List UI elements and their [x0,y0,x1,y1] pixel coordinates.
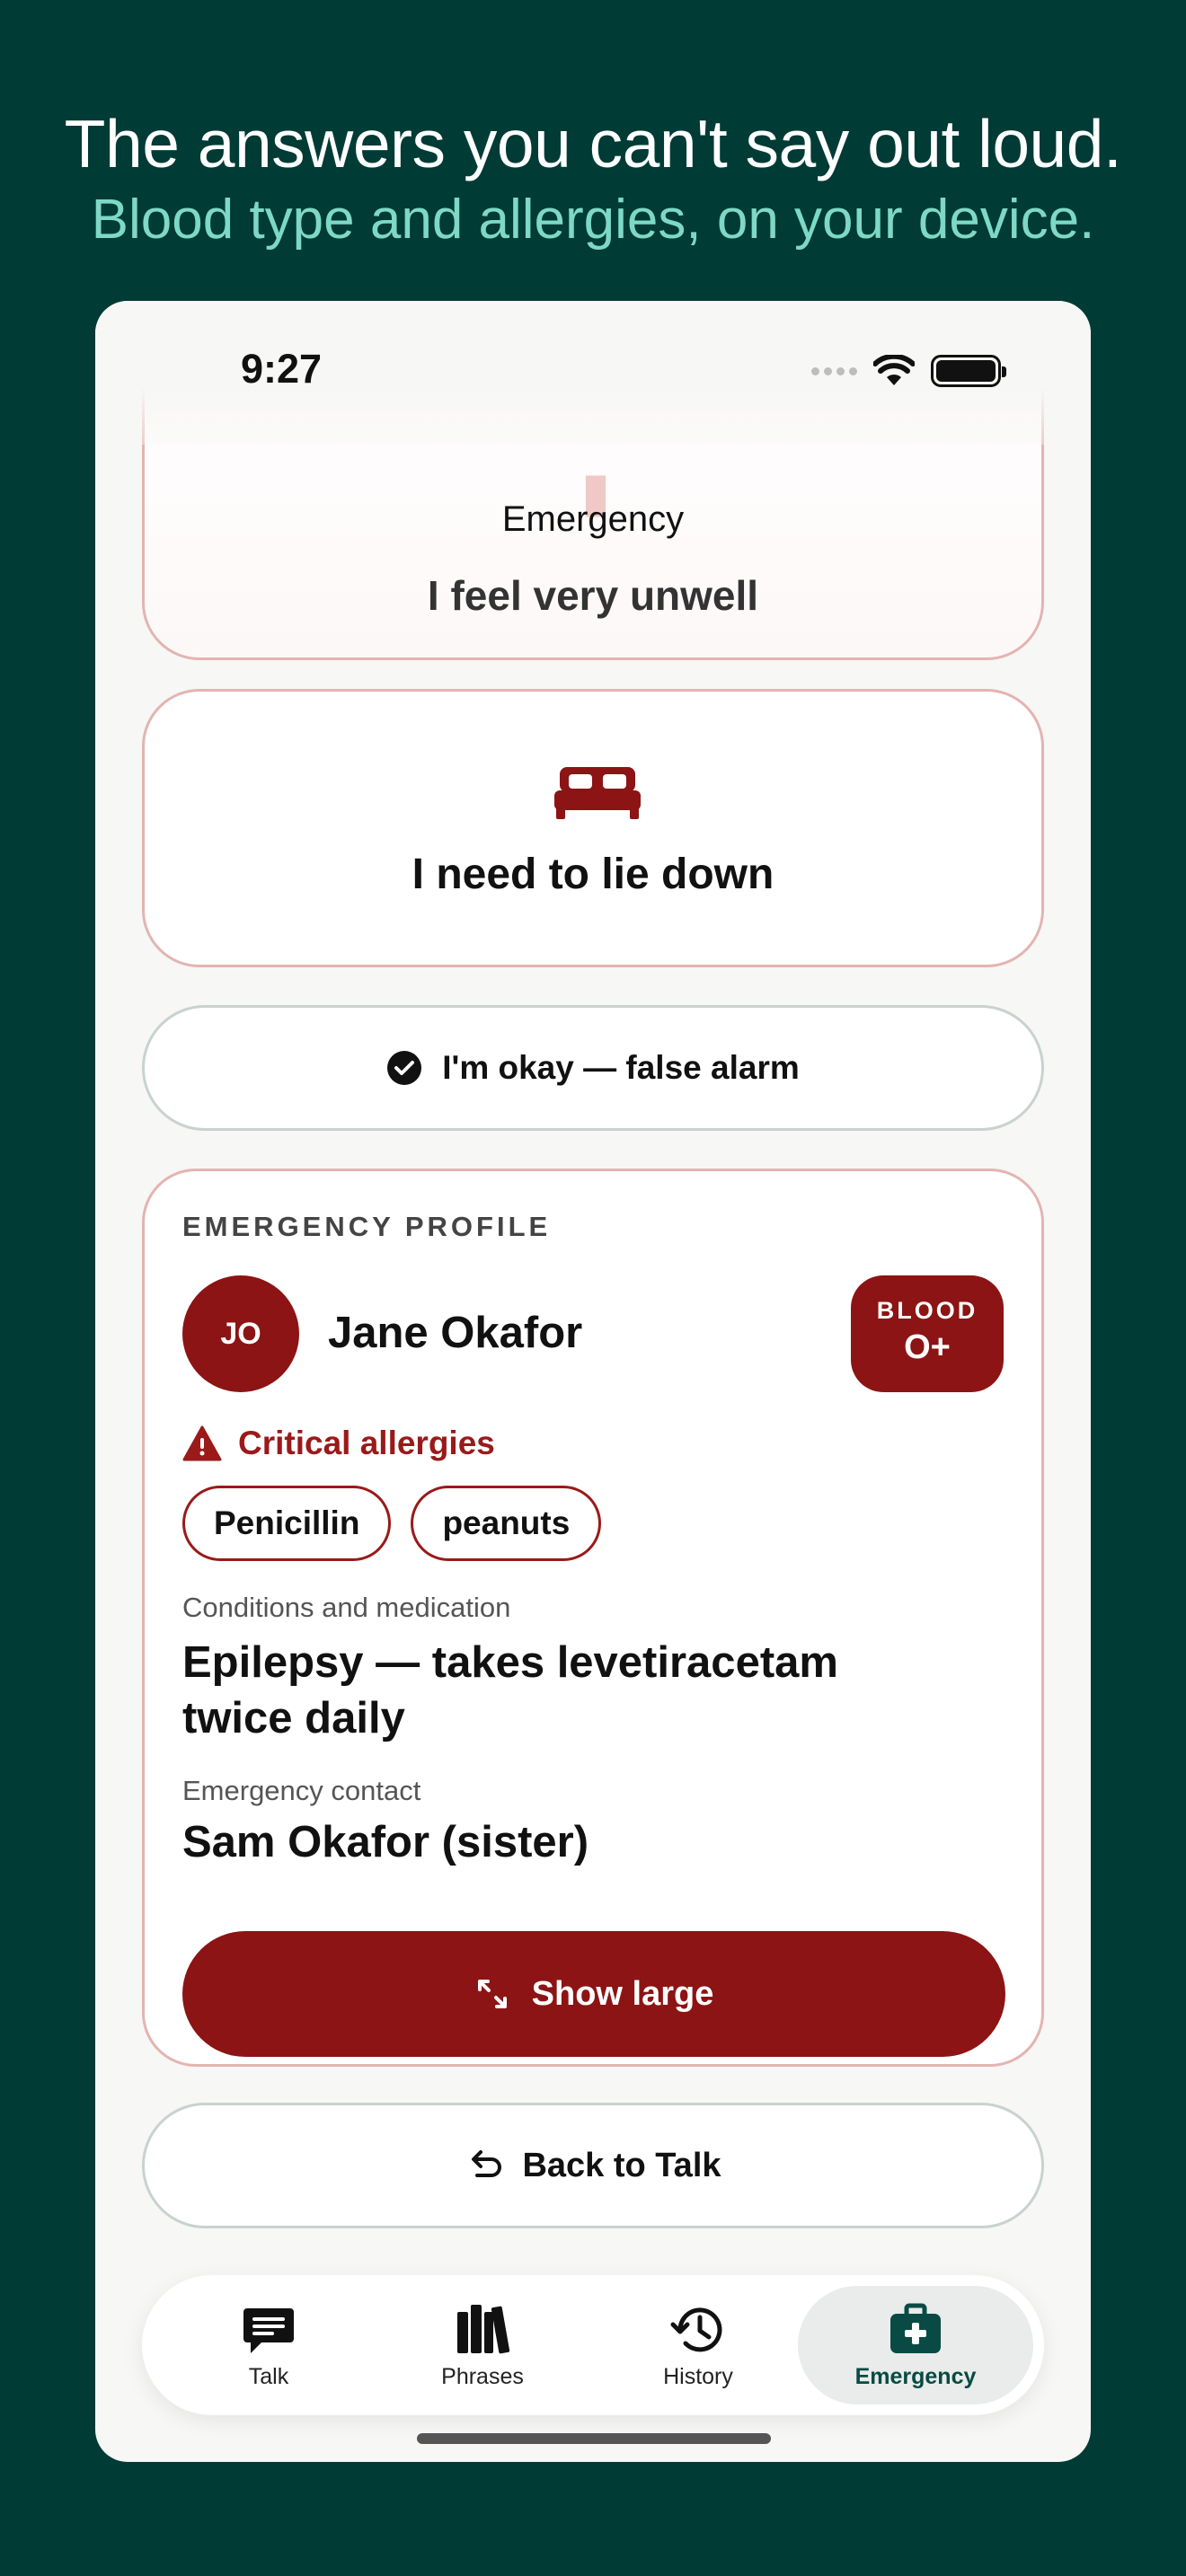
show-large-label: Show large [531,1974,714,2013]
expand-icon [477,1980,507,2008]
medkit-icon [890,2303,941,2353]
profile-section-title: EMERGENCY PROFILE [182,1211,552,1242]
tab-history[interactable]: History [580,2286,816,2404]
allergies-header: Critical allergies [182,1425,495,1462]
promo-subline: Blood type and allergies, on your device… [91,189,1095,251]
tab-talk[interactable]: Talk [151,2286,386,2404]
emergency-contact-value: Sam Okafor (sister) [182,1818,589,1866]
tab-emergency[interactable]: Emergency [798,2286,1033,2404]
tab-bar: Talk Phrases History Emergency [142,2275,1044,2415]
avatar: JO [182,1275,299,1392]
tab-label: Phrases [441,2363,524,2389]
warning-icon [182,1425,222,1461]
signal-icon [811,366,857,375]
tab-phrases[interactable]: Phrases [365,2286,600,2404]
undo-arrow-icon [472,2150,502,2177]
back-to-talk-button[interactable]: Back to Talk [142,2103,1044,2228]
tab-label: History [663,2363,733,2389]
phrase-category: Emergency [501,499,685,539]
false-alarm-label: I'm okay — false alarm [442,1049,800,1086]
tab-label: Talk [248,2363,289,2389]
books-icon [457,2304,510,2353]
false-alarm-button[interactable]: I'm okay — false alarm [142,1005,1044,1131]
promo-headline: The answers you can't say out loud. [64,106,1122,181]
history-icon [670,2307,722,2351]
blood-label: BLOOD [876,1297,978,1324]
emergency-contact-label: Emergency contact [182,1775,421,1806]
chat-icon [243,2307,294,2353]
phone-screen: 9:27 ▮ Emergency I feel very unwell I ne… [95,301,1091,2462]
back-to-talk-label: Back to Talk [522,2146,721,2184]
allergy-chips: Penicillin peanuts [182,1486,602,1561]
tab-label: Emergency [854,2363,977,2389]
profile-name: Jane Okafor [328,1309,583,1357]
phrase-text: I feel very unwell [427,572,759,619]
check-circle-icon [387,1051,422,1085]
blood-type-badge: BLOOD O+ [851,1275,1004,1392]
allergy-chip: peanuts [411,1486,602,1561]
show-large-button[interactable]: Show large [182,1931,1005,2057]
allergy-chip: Penicillin [182,1486,392,1561]
status-time: 9:27 [241,346,323,392]
conditions-value: Epilepsy — takes levetiracetam twice dai… [182,1638,838,1742]
phrase-card-lie-down[interactable]: I need to lie down [142,689,1044,967]
allergies-title: Critical allergies [238,1425,495,1461]
phrase-text: I need to lie down [412,851,774,898]
home-indicator[interactable] [417,2433,771,2444]
battery-icon [931,355,1006,387]
bed-icon [554,767,641,819]
emergency-profile-card: EMERGENCY PROFILE JO Jane Okafor BLOOD O… [142,1169,1044,2067]
conditions-label: Conditions and medication [182,1592,511,1623]
blood-type: O+ [904,1328,951,1366]
wifi-icon [873,355,915,385]
status-bar: 9:27 [95,301,1091,445]
